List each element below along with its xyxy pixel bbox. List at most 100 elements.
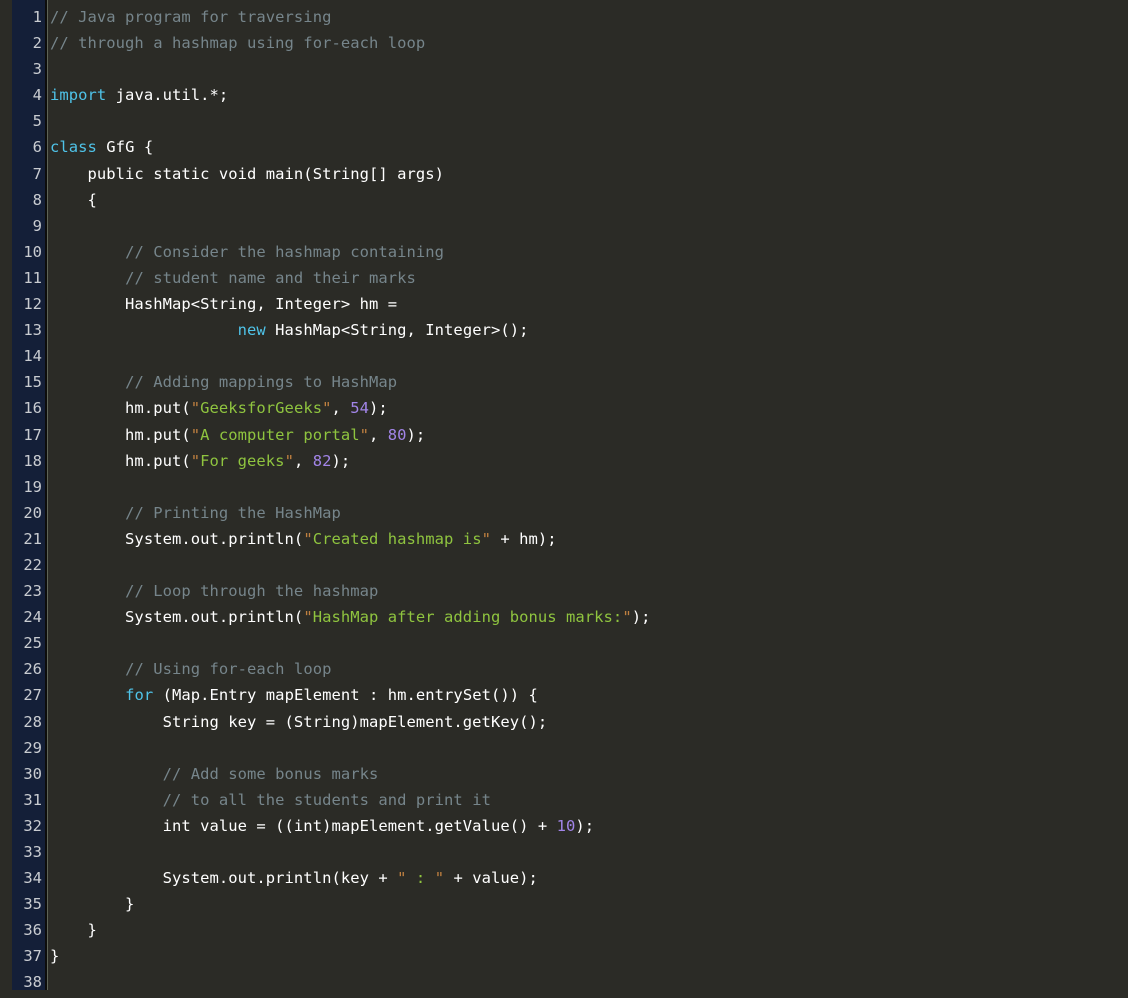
line-number: 7 [32,164,42,183]
code-line[interactable]: 28 String key = (String)mapElement.getKe… [0,709,1128,735]
code-text[interactable]: System.out.println(key + " : " + value); [50,865,538,891]
code-line[interactable]: 21 System.out.println("Created hashmap i… [0,526,1128,552]
code-text[interactable]: hm.put("GeeksforGeeks", 54); [50,395,388,421]
code-line[interactable]: 1 // Java program for traversing [0,4,1128,30]
token-cm: // Java program for traversing [50,8,332,26]
code-text[interactable]: // through a hashmap using for-each loop [50,30,425,56]
code-line[interactable]: 20 // Printing the HashMap [0,500,1128,526]
code-line[interactable]: 9 [0,213,1128,239]
line-number: 30 [23,764,42,783]
code-line[interactable]: 13 new HashMap<String, Integer>(); [0,317,1128,343]
token-qt: " [359,425,370,444]
code-line[interactable]: 30 // Add some bonus marks [0,761,1128,787]
code-lines-container[interactable]: 1 // Java program for traversing 2 // throu… [0,4,1128,996]
code-line[interactable]: 22 [0,552,1128,578]
code-text[interactable]: public static void main(String[] args) [50,161,444,187]
code-line[interactable]: 18 hm.put("For geeks", 82); [0,448,1128,474]
code-text[interactable]: String key = (String)mapElement.getKey()… [50,709,548,735]
code-text[interactable]: System.out.println("HashMap after adding… [50,604,650,630]
code-text[interactable]: } [50,891,134,917]
code-line[interactable]: 11 // student name and their marks [0,265,1128,291]
token-cm: // student name and their marks [125,268,416,287]
code-line[interactable]: 35 } [0,891,1128,917]
code-text[interactable]: // Java program for traversing [50,4,331,30]
code-line[interactable]: 26 // Using for-each loop [0,656,1128,682]
line-number: 20 [23,503,42,522]
code-line[interactable]: 33 [0,839,1128,865]
code-text[interactable]: int value = ((int)mapElement.getValue() … [50,813,595,839]
code-line[interactable]: 16 hm.put("GeeksforGeeks", 54); [0,395,1128,421]
code-line[interactable]: 17 hm.put("A computer portal", 80); [0,422,1128,448]
code-text[interactable]: for (Map.Entry mapElement : hm.entrySet(… [50,682,538,708]
line-number: 21 [23,529,42,548]
code-text[interactable]: // Adding mappings to HashMap [50,369,397,395]
token-pl: } [50,947,60,966]
code-line[interactable]: 23 // Loop through the hashmap [0,578,1128,604]
code-line[interactable]: 34 System.out.println(key + " : " + valu… [0,865,1128,891]
code-line[interactable]: 19 [0,474,1128,500]
code-text[interactable]: HashMap<String, Integer> hm = [50,291,397,317]
code-text[interactable]: } [50,943,59,969]
code-text[interactable]: // student name and their marks [50,265,416,291]
code-text[interactable]: // Add some bonus marks [50,761,379,787]
token-st: HashMap after adding bonus marks: [312,608,623,627]
token-qt: " [190,451,201,470]
token-nm: 82 [312,451,332,470]
token-kw: class [50,138,97,157]
code-text[interactable]: class GfG { [50,134,153,160]
code-text[interactable]: // Consider the hashmap containing [50,239,444,265]
token-pl: (Map.Entry mapElement : hm.entrySet()) { [153,686,538,705]
line-number: 29 [23,738,42,757]
code-line[interactable]: 10 // Consider the hashmap containing [0,239,1128,265]
token-nm: 54 [350,399,370,418]
code-text[interactable]: System.out.println("Created hashmap is" … [50,526,557,552]
token-qt: " [190,425,201,444]
token-pl: hm.put( [50,451,191,470]
line-number: 15 [23,373,42,392]
code-text[interactable]: { [50,187,97,213]
code-line[interactable]: 31 // to all the students and print it [0,787,1128,813]
code-editor[interactable]: 1 // Java program for traversing 2 // throu… [0,0,1128,998]
code-line[interactable]: 37} [0,943,1128,969]
code-line[interactable]: 8 { [0,187,1128,213]
code-line[interactable]: 38 [0,969,1128,995]
code-line[interactable]: 29 [0,735,1128,761]
code-text[interactable]: // to all the students and print it [50,787,491,813]
token-qt: " [303,529,313,548]
code-line[interactable]: 2 // through a hashmap using for-each loo… [0,30,1128,56]
line-number: 1 [32,8,42,26]
code-line[interactable]: 4 import java.util.*; [0,82,1128,108]
line-number: 5 [32,112,42,131]
code-line[interactable]: 3 [0,56,1128,82]
code-line[interactable]: 7 public static void main(String[] args) [0,161,1128,187]
token-qt: " [481,529,491,548]
line-number: 6 [32,138,42,157]
code-text[interactable]: // Printing the HashMap [50,500,341,526]
code-line[interactable]: 25 [0,630,1128,656]
code-text[interactable]: import java.util.*; [50,82,228,108]
code-line[interactable]: 14 [0,343,1128,369]
code-text[interactable]: hm.put("For geeks", 82); [50,448,350,474]
code-text[interactable]: new HashMap<String, Integer>(); [50,317,529,343]
code-line[interactable]: 24 System.out.println("HashMap after add… [0,604,1128,630]
code-line[interactable]: 32 int value = ((int)mapElement.getValue… [0,813,1128,839]
code-line[interactable]: 36 } [0,917,1128,943]
code-text[interactable]: } [50,917,97,943]
line-number: 12 [23,295,42,314]
code-text[interactable]: hm.put("A computer portal", 80); [50,422,425,448]
code-line[interactable]: 27 for (Map.Entry mapElement : hm.entryS… [0,682,1128,708]
code-line[interactable]: 15 // Adding mappings to HashMap [0,369,1128,395]
code-line[interactable]: 12 HashMap<String, Integer> hm = [0,291,1128,317]
token-qt: " [622,608,632,627]
token-pl: int value = ((int)mapElement.getValue() … [50,816,557,835]
code-line[interactable]: 6 class GfG { [0,134,1128,160]
code-text[interactable]: // Using for-each loop [50,656,331,682]
line-number: 27 [23,686,42,705]
code-line[interactable]: 5 [0,108,1128,134]
code-text[interactable]: // Loop through the hashmap [50,578,378,604]
